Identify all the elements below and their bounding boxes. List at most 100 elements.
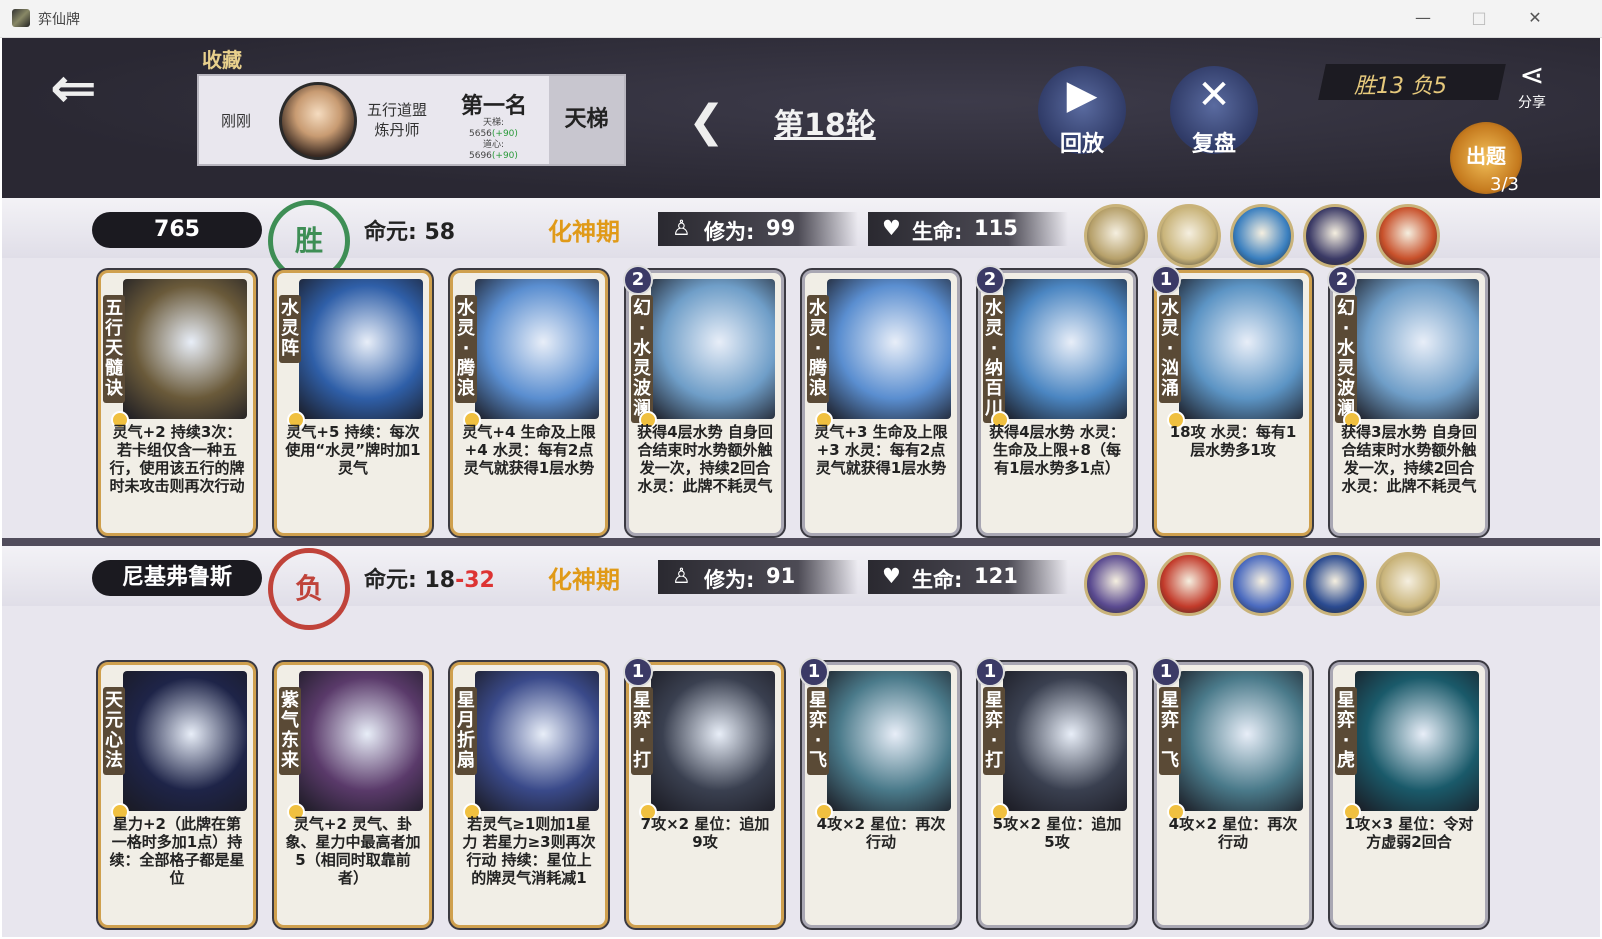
quiz-label: 出题 bbox=[1466, 144, 1506, 168]
card[interactable]: 星 月 折 扇若灵气≥1则加1星力 若星力≥3则再次行动 持续：星位上的牌灵气消… bbox=[450, 662, 608, 928]
card[interactable]: 水 灵 · 腾 浪灵气+4 生命及上限+4 水灵：每有2点灵气就获得1层水势 bbox=[450, 270, 608, 536]
card[interactable]: 紫 气 东 来灵气+2 灵气、卦象、星力中最高者加5（相同时取靠前者） bbox=[274, 662, 432, 928]
maximize-button[interactable]: □ bbox=[1456, 4, 1502, 32]
talent-orb-icon[interactable] bbox=[1376, 552, 1440, 616]
talent-orb-icon[interactable] bbox=[1084, 204, 1148, 268]
talent-orb-icon[interactable] bbox=[1157, 204, 1221, 268]
card-name: 星 弈 · 打 bbox=[631, 687, 653, 775]
replay-label: 回放 bbox=[1059, 132, 1104, 157]
cultivation-label: 修为: bbox=[704, 568, 755, 592]
life-label: 命元: bbox=[364, 220, 417, 245]
round-label[interactable]: 第18轮 bbox=[774, 100, 876, 144]
player1-hp-bar: ♥ 生命: 115 bbox=[868, 212, 1068, 246]
cultivation-value: 91 bbox=[766, 564, 796, 588]
favorite-entry[interactable]: 刚刚 五行道盟 炼丹师 第一名 天梯: 5656(+90) 道心: 5696(+… bbox=[197, 74, 626, 166]
window-title: 弈仙牌 bbox=[38, 12, 80, 28]
title-bar: 弈仙牌 — □ ✕ bbox=[0, 0, 1602, 38]
card-name: 天 元 心 法 bbox=[103, 687, 125, 775]
card[interactable]: 水 灵 阵灵气+5 持续：每次使用“水灵”牌时加1灵气 bbox=[274, 270, 432, 536]
share-button[interactable]: ⋖ 分享 bbox=[1510, 60, 1554, 112]
ladder-value-line: 5656(+90) bbox=[469, 129, 518, 140]
talent-orb-icon[interactable] bbox=[1376, 204, 1440, 268]
favorite-stats: 天梯: 5656(+90) 道心: 5696(+90) bbox=[469, 118, 518, 162]
heart-icon: ♥ bbox=[882, 564, 901, 588]
app-icon bbox=[12, 9, 30, 27]
card[interactable]: 星 弈 · 打 1 7攻×2 星位：追加9攻 bbox=[623, 657, 784, 928]
card-art bbox=[123, 279, 247, 419]
card-art bbox=[475, 671, 599, 811]
card-description: 4攻×2 星位：再次行动 bbox=[1168, 815, 1298, 851]
card[interactable]: 幻 · 水 灵 波 澜 2 获得4层水势 自身回合结束时水势额外触发一次，持续2回合… bbox=[623, 265, 784, 536]
daoxin-value: 5696 bbox=[469, 151, 492, 161]
card[interactable]: 幻 · 水 灵 波 澜 2 获得3层水势 自身回合结束时水势额外触发一次，持续2回合… bbox=[1327, 265, 1488, 536]
card[interactable]: 水 灵 · 腾 浪灵气+3 生命及上限+3 水灵：每有2点灵气就获得1层水势 bbox=[802, 270, 960, 536]
card-description: 4攻×2 星位：再次行动 bbox=[816, 815, 946, 851]
talent-orb-icon[interactable] bbox=[1084, 552, 1148, 616]
card-description: 灵气+2 灵气、卦象、星力中最高者加5（相同时取靠前者） bbox=[285, 815, 421, 887]
ladder-value: 5656 bbox=[469, 129, 492, 139]
quiz-count: 3/3 bbox=[1490, 174, 1519, 195]
card-art bbox=[1003, 279, 1127, 419]
back-arrow-icon[interactable]: ⇐ bbox=[50, 56, 97, 121]
daoxin-delta: (+90) bbox=[491, 151, 518, 161]
card[interactable]: 水 灵 · 纳 百 川 2 获得4层水势 水灵：生命及上限+8（每有1层水势多1点） bbox=[975, 265, 1136, 536]
prev-round-arrow-icon[interactable]: ❮ bbox=[688, 96, 725, 147]
card-name: 星 弈 · 飞 bbox=[807, 687, 829, 775]
player1-cultivation-bar: ♙ 修为: 99 bbox=[658, 212, 858, 246]
play-icon: ▶ bbox=[1066, 72, 1098, 118]
daoxin-value-line: 5696(+90) bbox=[469, 151, 518, 162]
player1-life: 命元: 58 bbox=[364, 214, 455, 246]
card-name: 水 灵 · 腾 浪 bbox=[807, 295, 829, 403]
card-cost: 1 bbox=[1151, 265, 1181, 295]
card-name: 星 月 折 扇 bbox=[455, 687, 477, 775]
talent-orb-icon[interactable] bbox=[1303, 204, 1367, 268]
card-name: 紫 气 东 来 bbox=[279, 687, 301, 775]
person-icon: ♙ bbox=[672, 216, 691, 240]
card-name: 星 弈 · 飞 bbox=[1159, 687, 1181, 775]
card-name: 星 弈 · 虎 bbox=[1335, 687, 1357, 775]
card-name: 星 弈 · 打 bbox=[983, 687, 1005, 775]
life-change: -32 bbox=[455, 568, 495, 593]
talent-orb-icon[interactable] bbox=[1230, 204, 1294, 268]
card-name: 幻 · 水 灵 波 澜 bbox=[1335, 295, 1357, 423]
card-name: 水 灵 · 腾 浪 bbox=[455, 295, 477, 403]
close-button[interactable]: ✕ bbox=[1512, 4, 1558, 32]
talent-orb-icon[interactable] bbox=[1157, 552, 1221, 616]
card-name: 水 灵 · 汹 涌 bbox=[1159, 295, 1181, 403]
card[interactable]: 天 元 心 法星力+2（此牌在第一格时多加1点）持续：全部格子都是星位 bbox=[98, 662, 256, 928]
card[interactable]: 五 行 天 髓 诀灵气+2 持续3次：若卡组仅含一种五行，使用该五行的牌时未攻击… bbox=[98, 270, 256, 536]
card-art bbox=[1179, 279, 1303, 419]
life-value: 18 bbox=[424, 568, 456, 593]
life-value: 58 bbox=[424, 220, 456, 245]
player2-realm: 化神期 bbox=[548, 566, 620, 594]
review-button[interactable]: ✕ 复盘 bbox=[1170, 66, 1258, 157]
card-description: 灵气+2 持续3次：若卡组仅含一种五行，使用该五行的牌时未攻击则再次行动 bbox=[109, 423, 245, 495]
player2-panel: 尼基弗鲁斯 负 命元: 18-32 化神期 ♙ 修为: 91 ♥ 生命: 121… bbox=[2, 546, 1600, 937]
card[interactable]: 星 弈 · 飞 1 4攻×2 星位：再次行动 bbox=[1151, 657, 1312, 928]
card-description: 1攻×3 星位：令对方虚弱2回合 bbox=[1344, 815, 1474, 851]
favorite-time: 刚刚 bbox=[221, 112, 252, 130]
card[interactable]: 水 灵 · 汹 涌 1 18攻 水灵：每有1层水势多1攻 bbox=[1151, 265, 1312, 536]
card[interactable]: 星 弈 · 打 1 5攻×2 星位：追加5攻 bbox=[975, 657, 1136, 928]
game-area: ⇐ 收藏 刚刚 五行道盟 炼丹师 第一名 天梯: 5656(+90) 道心: 5… bbox=[2, 38, 1600, 937]
card-art bbox=[1355, 671, 1479, 811]
replay-button[interactable]: ▶ 回放 bbox=[1038, 66, 1126, 157]
talent-orb-icon[interactable] bbox=[1230, 552, 1294, 616]
card-name: 幻 · 水 灵 波 澜 bbox=[631, 295, 653, 423]
ladder-delta: (+90) bbox=[491, 129, 518, 139]
card-art bbox=[123, 671, 247, 811]
card-cost: 2 bbox=[975, 265, 1005, 295]
card-art bbox=[475, 279, 599, 419]
card-description: 获得4层水势 自身回合结束时水势额外触发一次，持续2回合 水灵：此牌不耗灵气 bbox=[637, 423, 773, 495]
player1-realm: 化神期 bbox=[548, 218, 620, 246]
card-description: 灵气+4 生命及上限+4 水灵：每有2点灵气就获得1层水势 bbox=[462, 423, 596, 477]
heart-icon: ♥ bbox=[882, 216, 901, 240]
card[interactable]: 星 弈 · 飞 1 4攻×2 星位：再次行动 bbox=[799, 657, 960, 928]
talent-orb-icon[interactable] bbox=[1303, 552, 1367, 616]
card[interactable]: 星 弈 · 虎 1攻×3 星位：令对方虚弱2回合 bbox=[1330, 662, 1488, 928]
review-label: 复盘 bbox=[1191, 132, 1236, 157]
card-cost: 2 bbox=[623, 265, 653, 295]
minimize-button[interactable]: — bbox=[1400, 4, 1446, 32]
favorite-sect: 五行道盟 炼丹师 bbox=[367, 100, 427, 140]
ladder-button[interactable]: 天梯 bbox=[549, 76, 624, 164]
